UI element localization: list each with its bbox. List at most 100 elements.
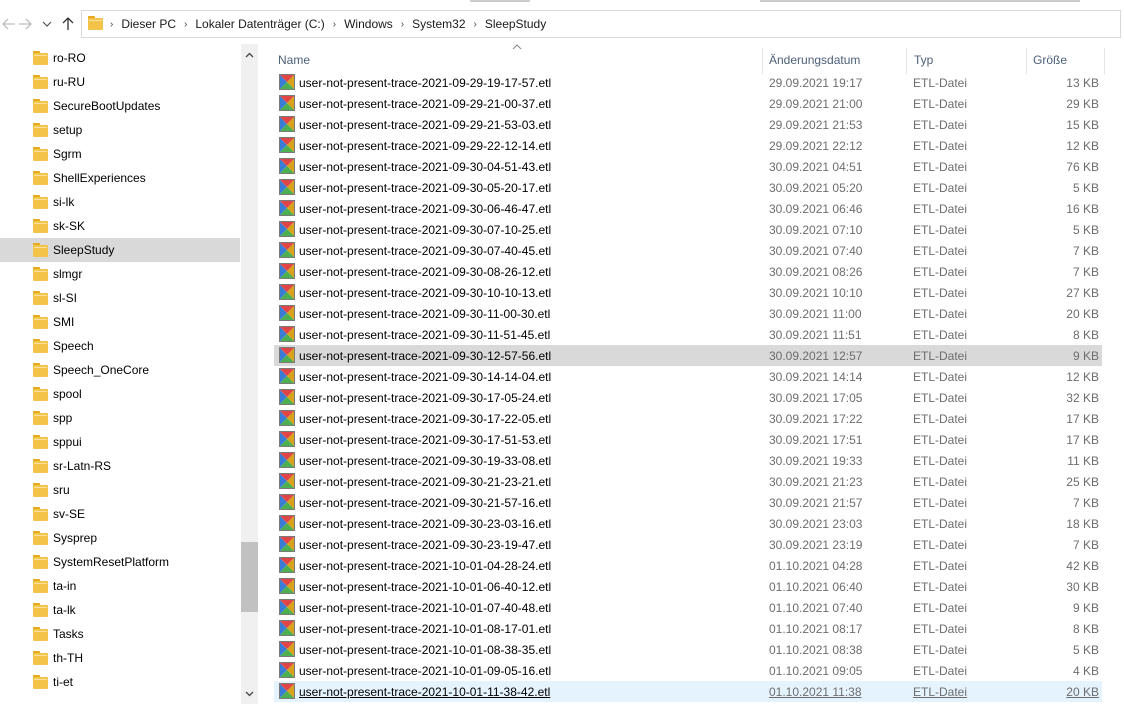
- tree-item[interactable]: ru-RU: [0, 70, 240, 94]
- forward-button[interactable]: [16, 13, 34, 35]
- table-row[interactable]: user-not-present-trace-2021-09-29-21-00-…: [274, 93, 1102, 114]
- file-name[interactable]: user-not-present-trace-2021-09-30-23-03-…: [299, 517, 551, 531]
- up-button[interactable]: [59, 13, 77, 35]
- chevron-right-icon[interactable]: ›: [401, 19, 404, 30]
- file-name[interactable]: user-not-present-trace-2021-10-01-09-05-…: [299, 664, 551, 678]
- tree-item[interactable]: Sgrm: [0, 142, 240, 166]
- file-name[interactable]: user-not-present-trace-2021-10-01-07-40-…: [299, 601, 551, 615]
- table-row[interactable]: user-not-present-trace-2021-09-30-10-10-…: [274, 282, 1102, 303]
- table-row[interactable]: user-not-present-trace-2021-09-30-17-05-…: [274, 387, 1102, 408]
- tree-item[interactable]: Speech_OneCore: [0, 358, 240, 382]
- breadcrumb-drive-c[interactable]: Lokaler Datenträger (C:): [195, 17, 324, 31]
- tree-item[interactable]: sr-Latn-RS: [0, 454, 240, 478]
- table-row[interactable]: user-not-present-trace-2021-10-01-09-05-…: [274, 660, 1102, 681]
- file-name[interactable]: user-not-present-trace-2021-09-30-23-19-…: [299, 538, 551, 552]
- table-row[interactable]: user-not-present-trace-2021-09-30-21-57-…: [274, 492, 1102, 513]
- file-name[interactable]: user-not-present-trace-2021-10-01-11-38-…: [299, 685, 550, 699]
- tree-item[interactable]: ta-in: [0, 574, 240, 598]
- column-divider[interactable]: [906, 48, 907, 74]
- file-name[interactable]: user-not-present-trace-2021-09-30-21-57-…: [299, 496, 551, 510]
- tree-item[interactable]: Sysprep: [0, 526, 240, 550]
- tree-item[interactable]: sru: [0, 478, 240, 502]
- scrollbar-thumb[interactable]: [241, 542, 258, 612]
- file-name[interactable]: user-not-present-trace-2021-09-30-12-57-…: [299, 349, 551, 363]
- chevron-right-icon[interactable]: ›: [333, 19, 336, 30]
- tree-item[interactable]: SMI: [0, 310, 240, 334]
- address-bar[interactable]: › Dieser PC › Lokaler Datenträger (C:) ›…: [81, 10, 1121, 38]
- tree-item[interactable]: Speech: [0, 334, 240, 358]
- chevron-right-icon[interactable]: ›: [110, 19, 113, 30]
- breadcrumb-system32[interactable]: System32: [412, 17, 465, 31]
- column-header-size[interactable]: Größe: [1033, 53, 1067, 67]
- tree-item[interactable]: si-lk: [0, 190, 240, 214]
- table-row[interactable]: user-not-present-trace-2021-09-30-11-51-…: [274, 324, 1102, 345]
- file-name[interactable]: user-not-present-trace-2021-09-30-17-05-…: [299, 391, 551, 405]
- breadcrumb-windows[interactable]: Windows: [344, 17, 393, 31]
- file-name[interactable]: user-not-present-trace-2021-10-01-06-40-…: [299, 580, 551, 594]
- file-name[interactable]: user-not-present-trace-2021-09-30-11-51-…: [299, 328, 550, 342]
- file-name[interactable]: user-not-present-trace-2021-09-30-21-23-…: [299, 475, 551, 489]
- tree-item[interactable]: sl-SI: [0, 286, 240, 310]
- tree-item[interactable]: spp: [0, 406, 240, 430]
- tree-item[interactable]: SleepStudy: [0, 238, 240, 262]
- column-divider[interactable]: [762, 48, 763, 74]
- file-name[interactable]: user-not-present-trace-2021-09-30-04-51-…: [299, 160, 551, 174]
- tree-item[interactable]: spool: [0, 382, 240, 406]
- column-divider[interactable]: [1026, 48, 1027, 74]
- table-row[interactable]: user-not-present-trace-2021-09-30-07-10-…: [274, 219, 1102, 240]
- table-row[interactable]: user-not-present-trace-2021-09-30-23-03-…: [274, 513, 1102, 534]
- column-header-date[interactable]: Änderungsdatum: [769, 53, 860, 67]
- tree-item[interactable]: ShellExperiences: [0, 166, 240, 190]
- tree-item[interactable]: ro-RO: [0, 46, 240, 70]
- table-row[interactable]: user-not-present-trace-2021-09-30-14-14-…: [274, 366, 1102, 387]
- recent-locations-button[interactable]: [38, 13, 56, 35]
- file-name[interactable]: user-not-present-trace-2021-09-30-10-10-…: [299, 286, 551, 300]
- tree-item[interactable]: slmgr: [0, 262, 240, 286]
- table-row[interactable]: user-not-present-trace-2021-09-30-17-51-…: [274, 429, 1102, 450]
- file-name[interactable]: user-not-present-trace-2021-09-29-21-00-…: [299, 97, 551, 111]
- file-name[interactable]: user-not-present-trace-2021-09-29-21-53-…: [299, 118, 551, 132]
- table-row[interactable]: user-not-present-trace-2021-10-01-07-40-…: [274, 597, 1102, 618]
- tree-item[interactable]: ti-et: [0, 670, 240, 694]
- file-name[interactable]: user-not-present-trace-2021-09-30-11-00-…: [299, 307, 550, 321]
- table-row[interactable]: user-not-present-trace-2021-09-29-19-17-…: [274, 72, 1102, 93]
- breadcrumb-dieser-pc[interactable]: Dieser PC: [121, 17, 176, 31]
- file-name[interactable]: user-not-present-trace-2021-09-29-22-12-…: [299, 139, 551, 153]
- scroll-down-button[interactable]: [241, 685, 258, 702]
- tree-item[interactable]: sppui: [0, 430, 240, 454]
- tree-item[interactable]: SecureBootUpdates: [0, 94, 240, 118]
- table-row[interactable]: user-not-present-trace-2021-09-30-12-57-…: [274, 345, 1102, 366]
- file-name[interactable]: user-not-present-trace-2021-09-30-07-10-…: [299, 223, 551, 237]
- table-row[interactable]: user-not-present-trace-2021-09-30-05-20-…: [274, 177, 1102, 198]
- table-row[interactable]: user-not-present-trace-2021-10-01-06-40-…: [274, 576, 1102, 597]
- table-row[interactable]: user-not-present-trace-2021-09-29-22-12-…: [274, 135, 1102, 156]
- column-header-type[interactable]: Typ: [914, 53, 933, 67]
- file-name[interactable]: user-not-present-trace-2021-09-30-17-22-…: [299, 412, 551, 426]
- file-name[interactable]: user-not-present-trace-2021-09-30-07-40-…: [299, 244, 551, 258]
- file-name[interactable]: user-not-present-trace-2021-09-30-19-33-…: [299, 454, 551, 468]
- column-divider[interactable]: [1104, 48, 1105, 74]
- file-name[interactable]: user-not-present-trace-2021-09-30-06-46-…: [299, 202, 551, 216]
- table-row[interactable]: user-not-present-trace-2021-09-30-23-19-…: [274, 534, 1102, 555]
- table-row[interactable]: user-not-present-trace-2021-10-01-08-38-…: [274, 639, 1102, 660]
- tree-item[interactable]: sv-SE: [0, 502, 240, 526]
- table-row[interactable]: user-not-present-trace-2021-09-30-11-00-…: [274, 303, 1102, 324]
- table-row[interactable]: user-not-present-trace-2021-09-30-06-46-…: [274, 198, 1102, 219]
- table-row[interactable]: user-not-present-trace-2021-09-30-19-33-…: [274, 450, 1102, 471]
- file-name[interactable]: user-not-present-trace-2021-10-01-04-28-…: [299, 559, 551, 573]
- file-name[interactable]: user-not-present-trace-2021-09-29-19-17-…: [299, 76, 551, 90]
- file-name[interactable]: user-not-present-trace-2021-10-01-08-38-…: [299, 643, 551, 657]
- table-row[interactable]: user-not-present-trace-2021-09-30-21-23-…: [274, 471, 1102, 492]
- file-name[interactable]: user-not-present-trace-2021-09-30-17-51-…: [299, 433, 551, 447]
- file-name[interactable]: user-not-present-trace-2021-10-01-08-17-…: [299, 622, 551, 636]
- table-row[interactable]: user-not-present-trace-2021-09-30-08-26-…: [274, 261, 1102, 282]
- tree-item[interactable]: setup: [0, 118, 240, 142]
- chevron-right-icon[interactable]: ›: [474, 19, 477, 30]
- table-row[interactable]: user-not-present-trace-2021-09-29-21-53-…: [274, 114, 1102, 135]
- column-header-name[interactable]: Name: [278, 53, 310, 67]
- navigation-pane-scrollbar[interactable]: [241, 44, 258, 704]
- table-row[interactable]: user-not-present-trace-2021-09-30-17-22-…: [274, 408, 1102, 429]
- table-row[interactable]: user-not-present-trace-2021-10-01-04-28-…: [274, 555, 1102, 576]
- tree-item[interactable]: Tasks: [0, 622, 240, 646]
- chevron-right-icon[interactable]: ›: [184, 19, 187, 30]
